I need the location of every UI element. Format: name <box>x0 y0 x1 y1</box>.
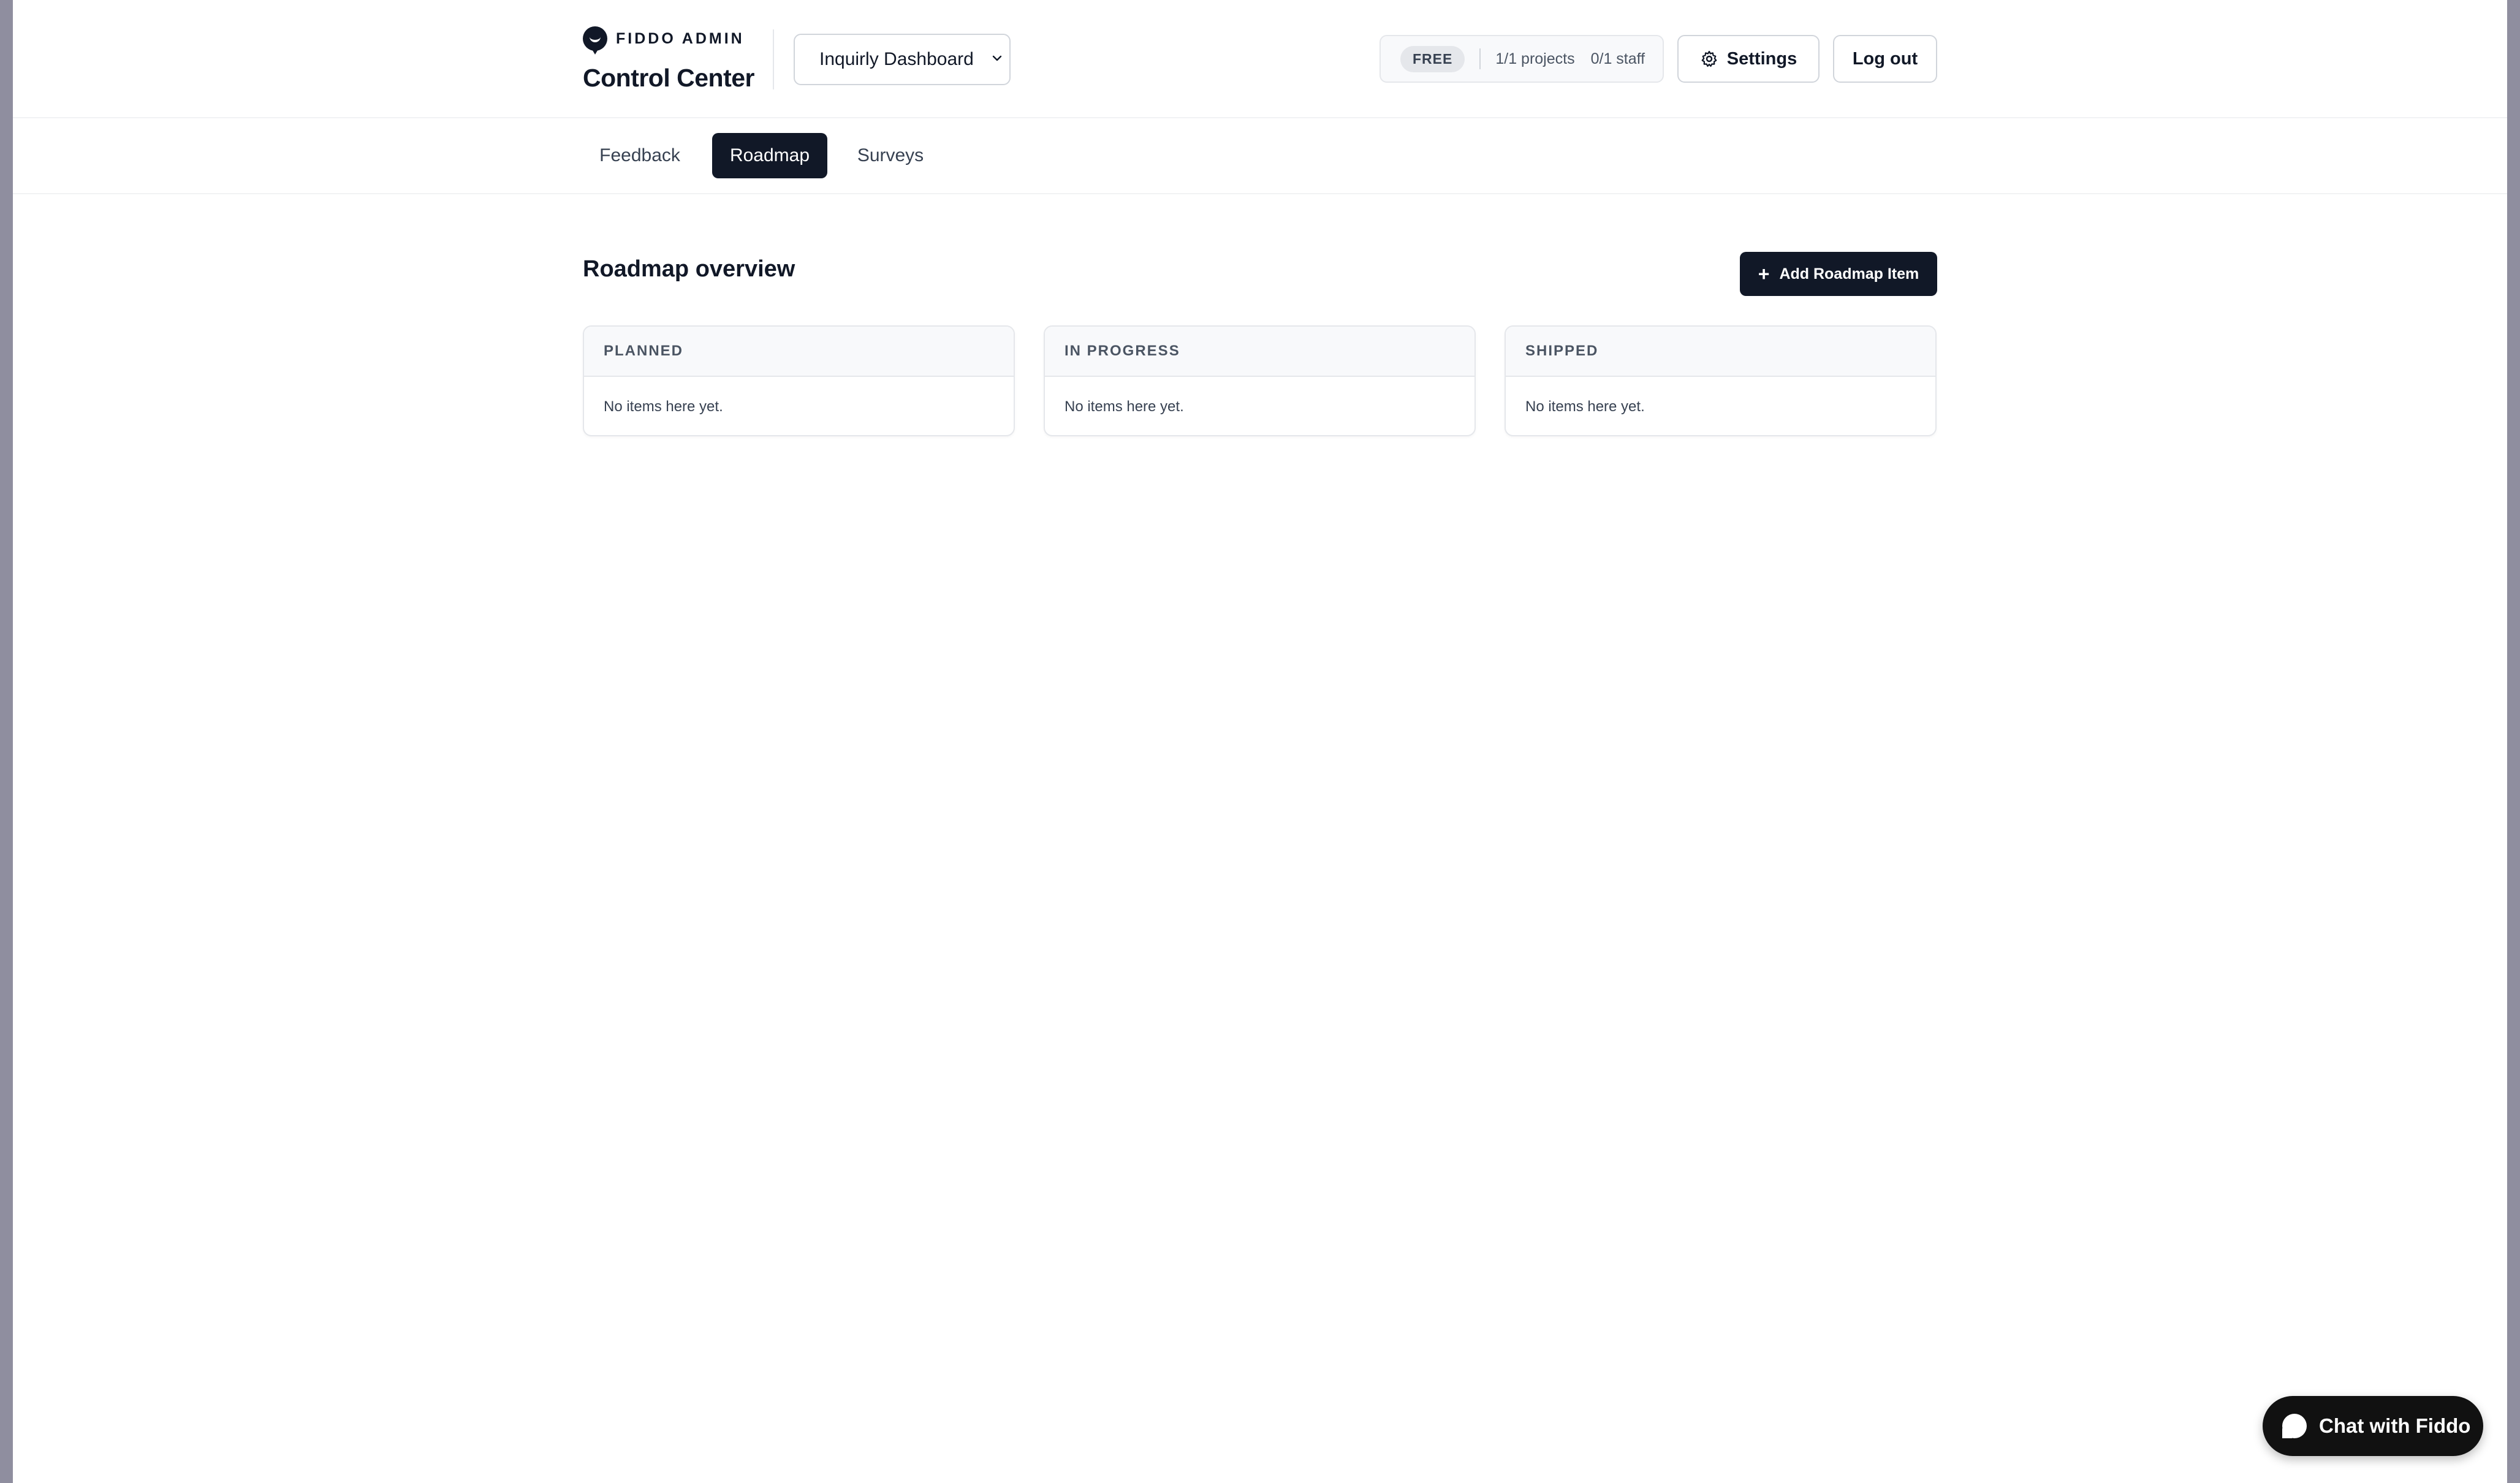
column-planned: PLANNED No items here yet. <box>583 325 1015 436</box>
plus-icon: + <box>1758 263 1770 285</box>
tab-roadmap[interactable]: Roadmap <box>712 133 827 178</box>
projects-usage: 1/1 projects <box>1495 50 1575 67</box>
plan-divider <box>1479 48 1481 69</box>
brand: FIDDO ADMIN Control Center <box>583 23 755 93</box>
brand-row: FIDDO ADMIN <box>583 23 754 55</box>
page-title: Control Center <box>583 64 755 92</box>
settings-button[interactable]: Settings <box>1677 35 1820 83</box>
project-select[interactable]: Inquirly Dashboard <box>794 34 1011 85</box>
chat-launcher-label: Chat with Fiddo <box>2319 1414 2471 1437</box>
tab-bar: Feedback Roadmap Surveys <box>13 118 2507 194</box>
add-roadmap-item-button[interactable]: + Add Roadmap Item <box>1740 252 1937 296</box>
project-select-value: Inquirly Dashboard <box>819 49 974 69</box>
staff-usage: 0/1 staff <box>1590 50 1645 67</box>
plan-usage: FREE 1/1 projects 0/1 staff <box>1380 35 1664 83</box>
section-title: Roadmap overview <box>583 256 795 282</box>
tab-surveys[interactable]: Surveys <box>851 133 930 178</box>
brand-name: FIDDO ADMIN <box>616 29 745 47</box>
column-header: SHIPPED <box>1506 327 1935 377</box>
chat-launcher-button[interactable]: Chat with Fiddo <box>2263 1396 2483 1456</box>
settings-label: Settings <box>1726 48 1797 69</box>
empty-state: No items here yet. <box>604 398 723 415</box>
top-header: FIDDO ADMIN Control Center Inquirly Dash… <box>13 0 2507 118</box>
empty-state: No items here yet. <box>1065 398 1184 415</box>
column-header: IN PROGRESS <box>1045 327 1474 377</box>
tab-feedback[interactable]: Feedback <box>595 133 685 178</box>
column-header: PLANNED <box>584 327 1014 377</box>
empty-state: No items here yet. <box>1525 398 1645 415</box>
gear-icon <box>1701 51 1717 67</box>
chat-bubble-logo-icon <box>583 26 607 55</box>
chat-bubble-icon <box>2282 1414 2307 1438</box>
header-divider <box>773 29 774 89</box>
column-shipped: SHIPPED No items here yet. <box>1505 325 1937 436</box>
plan-badge: FREE <box>1400 45 1465 72</box>
logout-label: Log out <box>1852 48 1918 69</box>
chevron-down-icon <box>992 55 1002 61</box>
logout-button[interactable]: Log out <box>1833 35 1937 83</box>
add-roadmap-item-label: Add Roadmap Item <box>1779 265 1919 283</box>
column-in-progress: IN PROGRESS No items here yet. <box>1044 325 1476 436</box>
app-window: FIDDO ADMIN Control Center Inquirly Dash… <box>13 0 2507 1483</box>
